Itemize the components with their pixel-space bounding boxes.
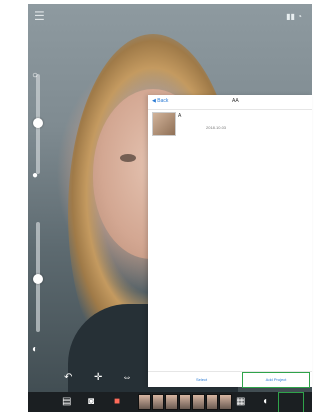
menu-icon[interactable]: ☰ <box>34 10 46 22</box>
crosshair-icon[interactable]: ✛ <box>94 372 102 383</box>
film-frame[interactable] <box>192 394 205 410</box>
zoom-slider-knob[interactable] <box>33 274 43 284</box>
film-frame[interactable] <box>219 394 233 410</box>
gallery-icon[interactable]: ▤ <box>62 396 71 407</box>
film-frame[interactable] <box>138 394 151 410</box>
film-frame[interactable] <box>151 394 165 410</box>
video-icon[interactable]: ■ <box>114 396 120 407</box>
film-strip[interactable] <box>138 394 233 410</box>
dialog-title: AA <box>232 98 239 104</box>
subject-eye-left <box>120 154 136 162</box>
project-thumbnail[interactable] <box>152 112 176 136</box>
project-name: A <box>178 113 182 119</box>
camera-icon[interactable]: ◙ <box>88 396 94 407</box>
film-frame[interactable] <box>165 394 178 410</box>
select-button[interactable]: Select <box>196 377 207 382</box>
grid-icon[interactable]: ▦ <box>236 396 245 407</box>
film-frame[interactable] <box>205 394 219 410</box>
project-dialog: ◀ Back AA A 2018.10.03 Select Add Projec… <box>148 95 312 388</box>
dialog-header: ◀ Back AA <box>148 95 312 110</box>
flip-icon[interactable]: ⇔ <box>122 372 132 383</box>
project-date: 2018.10.03 <box>206 125 227 130</box>
add-project-button[interactable]: Add Project <box>242 372 310 388</box>
share-icon[interactable]: ◖ <box>262 396 268 407</box>
rotate-icon[interactable]: ↶ <box>64 372 72 383</box>
back-button[interactable]: ◀ Back <box>152 98 168 104</box>
dialog-footer: Select Add Project <box>148 371 312 388</box>
exposure-slider-knob[interactable] <box>33 118 43 128</box>
film-frame[interactable] <box>178 394 192 410</box>
lamp-icon: ● <box>32 170 39 181</box>
status-icons: ▮▮ ◔ <box>286 12 302 21</box>
projects-button[interactable] <box>278 392 304 412</box>
top-bar: ☰ ▮▮ ◔ <box>28 4 312 28</box>
sun-icon: ○ <box>32 70 39 81</box>
contrast-icon[interactable]: ◐ <box>32 344 38 355</box>
